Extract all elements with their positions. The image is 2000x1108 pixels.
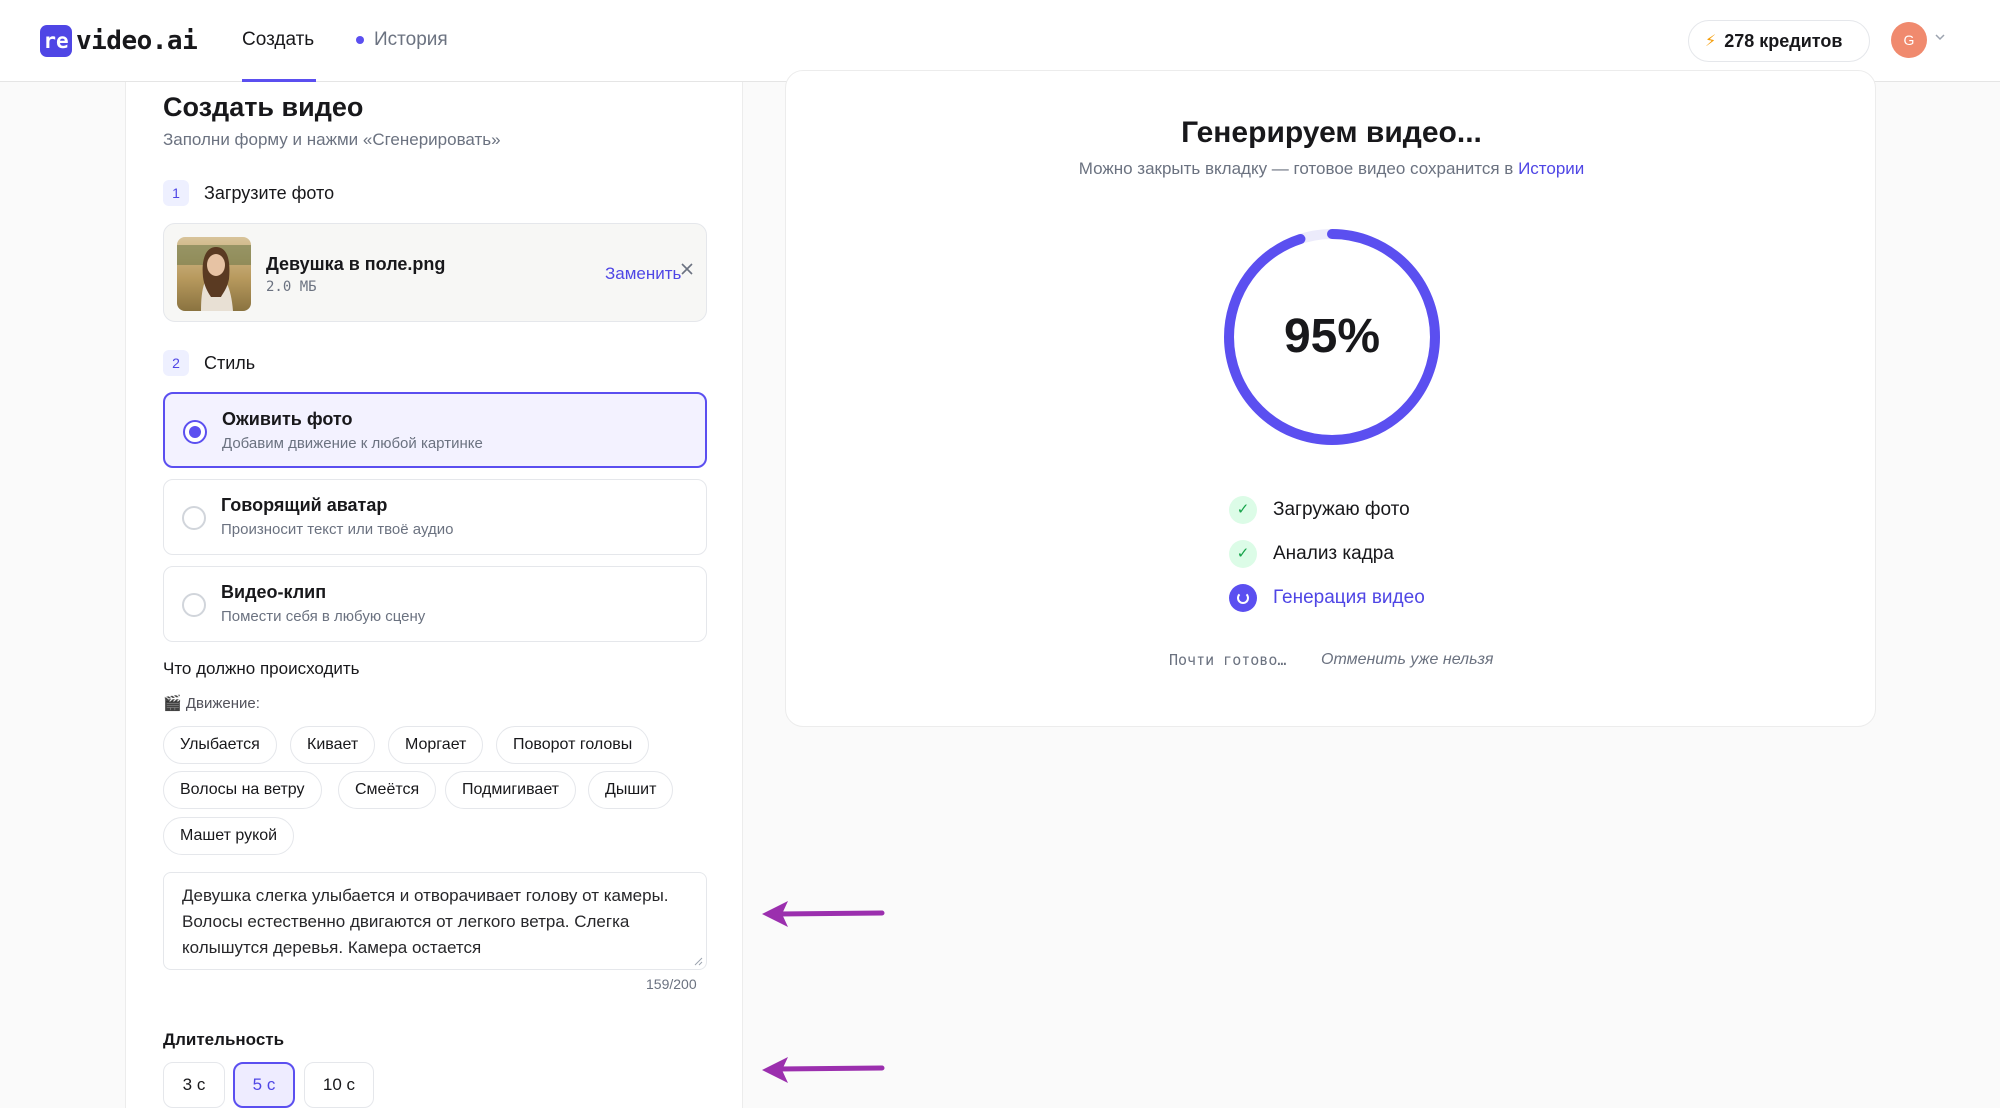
progress-step: ✓ Анализ кадра — [1229, 539, 1394, 569]
step-1-number: 1 — [163, 180, 189, 206]
chevron-down-icon[interactable] — [1934, 30, 1946, 46]
lightning-icon: ⚡ — [1705, 33, 1717, 50]
nav-tab-history[interactable]: История — [356, 29, 448, 51]
progress-subtitle: Можно закрыть вкладку — готовое видео со… — [786, 159, 1877, 179]
logo-text: video.ai — [76, 26, 198, 56]
motion-chip[interactable]: Смеётся — [338, 771, 437, 809]
style-option-description: Помести себя в любую сцену — [221, 608, 426, 625]
progress-step-label: Анализ кадра — [1273, 543, 1394, 564]
duration-option-10s[interactable]: 10 с — [304, 1062, 374, 1108]
replace-file-button[interactable]: Заменить — [605, 264, 681, 284]
cancel-unavailable-text: Отменить уже нельзя — [1321, 651, 1494, 668]
history-notification-dot — [356, 36, 364, 44]
logo-mark: re — [40, 25, 72, 57]
character-counter: 159/200 — [646, 976, 697, 992]
motion-chip[interactable]: Волосы на ветру — [163, 771, 322, 809]
prompt-text: Девушка слегка улыбается и отворачивает … — [182, 886, 669, 957]
radio-button[interactable] — [182, 593, 206, 617]
progress-step: ✓ Загружаю фото — [1229, 495, 1410, 525]
check-icon: ✓ — [1229, 496, 1257, 524]
motion-chip[interactable]: Подмигивает — [445, 771, 577, 809]
logo[interactable]: re video.ai — [40, 24, 198, 58]
step-2-label: Стиль — [204, 353, 256, 373]
progress-step-label: Загружаю фото — [1273, 499, 1410, 520]
create-video-form: Создать видео Заполни форму и нажми «Сге… — [125, 82, 743, 1108]
file-size: 2.0 МБ — [266, 279, 317, 295]
radio-button[interactable] — [182, 506, 206, 530]
motion-chip[interactable]: Моргает — [388, 726, 484, 764]
resize-handle-icon[interactable] — [693, 956, 703, 966]
prompt-textarea[interactable]: Девушка слегка улыбается и отворачивает … — [163, 872, 707, 970]
form-subtitle: Заполни форму и нажми «Сгенерировать» — [163, 130, 501, 149]
check-icon: ✓ — [1229, 540, 1257, 568]
progress-subtitle-text: Можно закрыть вкладку — готовое видео со… — [1078, 159, 1519, 178]
progress-percent: 95% — [1283, 310, 1381, 363]
motion-label: 🎬 Движение: — [163, 695, 260, 712]
style-option-description: Произносит текст или твоё аудио — [221, 521, 454, 538]
duration-label: Длительность — [163, 1030, 285, 1049]
motion-chip[interactable]: Поворот головы — [496, 726, 650, 764]
style-option-animate-photo[interactable]: Оживить фото Добавим движение к любой ка… — [163, 392, 707, 468]
form-title: Создать видео — [163, 92, 364, 122]
style-option-title: Оживить фото — [222, 409, 353, 429]
credits-badge[interactable]: ⚡ 278 кредитов — [1688, 20, 1870, 62]
step-2-number: 2 — [163, 350, 189, 376]
nav-tab-history-label: История — [374, 29, 448, 50]
progress-step-active: Генерация видео — [1229, 583, 1425, 613]
style-option-title: Видео-клип — [221, 582, 327, 602]
progress-step-label: Генерация видео — [1273, 587, 1425, 608]
uploaded-file-card: Девушка в поле.png 2.0 МБ Заменить — [163, 223, 707, 322]
photo-thumbnail — [177, 237, 251, 311]
duration-option-5s[interactable]: 5 с — [233, 1062, 295, 1108]
nav-tab-create[interactable]: Создать — [242, 29, 314, 51]
style-option-title: Говорящий аватар — [221, 495, 388, 515]
progress-title: Генерируем видео... — [1181, 116, 1482, 149]
annotation-arrow-left — [762, 1057, 885, 1083]
history-link[interactable]: Истории — [1518, 159, 1584, 178]
motion-chip[interactable]: Кивает — [290, 726, 376, 764]
motion-chip[interactable]: Улыбается — [163, 726, 277, 764]
generation-progress-card: Генерируем видео... Можно закрыть вкладк… — [785, 70, 1876, 727]
user-avatar[interactable]: G — [1891, 22, 1927, 58]
motion-chip[interactable]: Машет рукой — [163, 817, 295, 855]
style-option-description: Добавим движение к любой картинке — [222, 435, 483, 452]
credits-label: 278 кредитов — [1724, 30, 1843, 51]
style-option-video-clip[interactable]: Видео-клип Помести себя в любую сцену — [163, 566, 707, 642]
style-option-talking-avatar[interactable]: Говорящий аватар Произносит текст или тв… — [163, 479, 707, 555]
close-icon[interactable] — [679, 260, 695, 283]
radio-button-selected[interactable] — [183, 420, 207, 444]
motion-chip[interactable]: Дышит — [588, 771, 674, 809]
duration-option-3s[interactable]: 3 с — [163, 1062, 225, 1108]
annotation-arrow-left — [762, 901, 885, 927]
file-name: Девушка в поле.png — [266, 254, 446, 274]
spinner-icon — [1229, 584, 1257, 612]
prompt-section-label: Что должно происходить — [163, 659, 360, 678]
step-1-label: Загрузите фото — [204, 183, 335, 203]
status-text: Почти готово… — [1169, 651, 1287, 669]
